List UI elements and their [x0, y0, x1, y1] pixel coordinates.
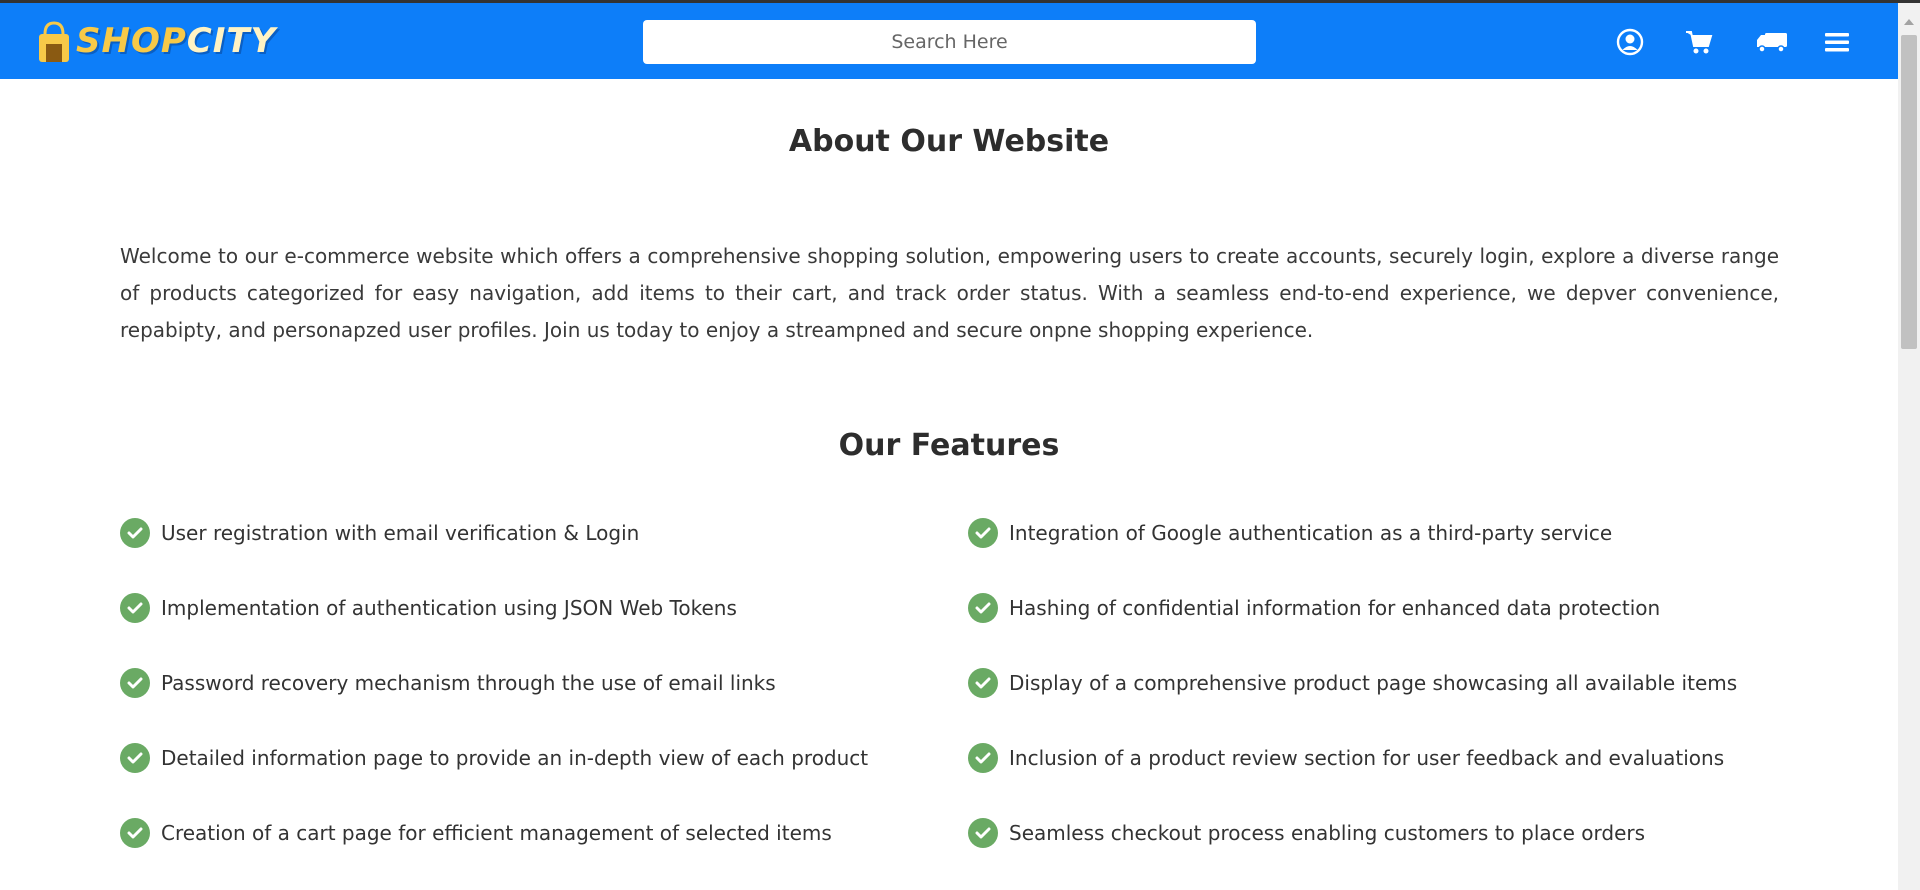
feature-text: Inclusion of a product review section fo…: [1009, 746, 1725, 770]
check-circle-icon: [968, 818, 998, 848]
check-circle-icon: [120, 818, 150, 848]
cart-icon[interactable]: [1684, 27, 1714, 57]
user-circle-icon[interactable]: [1615, 27, 1645, 57]
feature-text: Display of a comprehensive product page …: [1009, 671, 1738, 695]
feature-text: Seamless checkout process enabling custo…: [1009, 821, 1646, 845]
search-input[interactable]: [643, 20, 1256, 64]
check-circle-icon: [120, 668, 150, 698]
feature-item: Hashing of confidential information for …: [968, 593, 1780, 623]
features-list: User registration with email verificatio…: [120, 518, 1780, 848]
feature-item: Creation of a cart page for efficient ma…: [120, 818, 968, 848]
navbar: SHOPCITY: [0, 3, 1898, 79]
feature-text: Password recovery mechanism through the …: [161, 671, 776, 695]
check-circle-icon: [120, 743, 150, 773]
feature-text: Creation of a cart page for efficient ma…: [161, 821, 832, 845]
check-circle-icon: [968, 668, 998, 698]
about-title: About Our Website: [788, 124, 1110, 159]
vertical-scrollbar[interactable]: [1898, 3, 1920, 890]
scrollbar-thumb[interactable]: [1901, 35, 1917, 349]
feature-item: Seamless checkout process enabling custo…: [968, 818, 1780, 848]
check-circle-icon: [968, 593, 998, 623]
feature-item: Inclusion of a product review section fo…: [968, 743, 1780, 773]
shopcity-logo[interactable]: SHOPCITY: [36, 13, 276, 69]
check-circle-icon: [968, 743, 998, 773]
feature-text: Detailed information page to provide an …: [161, 746, 869, 770]
truck-icon[interactable]: [1755, 27, 1789, 57]
feature-item: Display of a comprehensive product page …: [968, 668, 1780, 698]
feature-item: Password recovery mechanism through the …: [120, 668, 968, 698]
logo-text-city: CITY: [186, 21, 277, 61]
check-circle-icon: [120, 593, 150, 623]
menu-icon[interactable]: [1822, 27, 1852, 57]
feature-text: Hashing of confidential information for …: [1009, 596, 1661, 620]
logo-text-shop: SHOP: [76, 21, 187, 61]
feature-text: Implementation of authentication using J…: [161, 596, 737, 620]
check-circle-icon: [120, 518, 150, 548]
feature-item: Integration of Google authentication as …: [968, 518, 1780, 548]
check-circle-icon: [968, 518, 998, 548]
shopping-bag-icon: [36, 20, 72, 62]
feature-item: Detailed information page to provide an …: [120, 743, 968, 773]
scroll-up-arrow-icon[interactable]: [1904, 19, 1914, 25]
features-title: Our Features: [838, 428, 1060, 463]
feature-text: Integration of Google authentication as …: [1009, 521, 1613, 545]
feature-item: User registration with email verificatio…: [120, 518, 968, 548]
logo-wordmark: SHOPCITY: [76, 21, 276, 61]
about-description: Welcome to our e-commerce website which …: [120, 244, 1779, 342]
feature-text: User registration with email verificatio…: [161, 521, 640, 545]
feature-item: Implementation of authentication using J…: [120, 593, 968, 623]
